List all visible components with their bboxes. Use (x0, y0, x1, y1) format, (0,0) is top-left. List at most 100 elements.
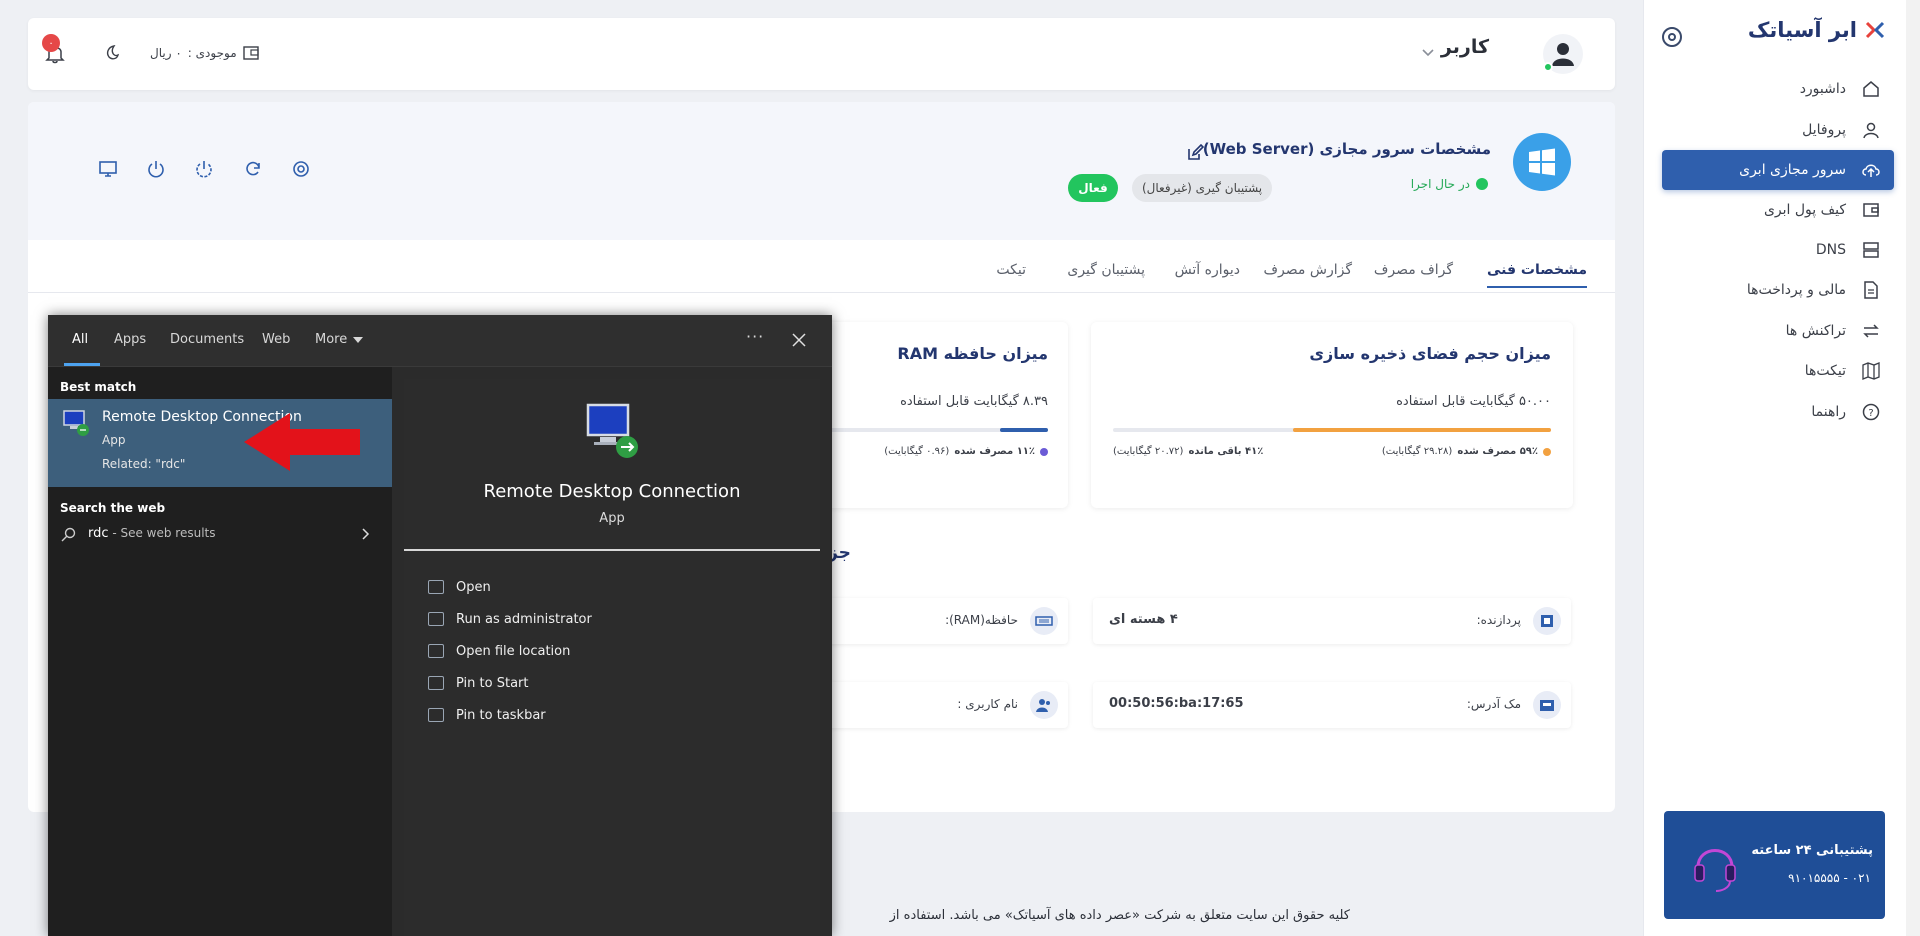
storage-used: ۵۹٪ مصرف شده (1457, 446, 1538, 457)
sidebar-item-label: کیف پول ابری (1763, 202, 1846, 218)
sidebar-toggle-icon[interactable] (1662, 27, 1682, 47)
edit-icon[interactable] (1186, 144, 1204, 162)
status-dot (1476, 178, 1488, 190)
power-icon[interactable] (146, 159, 166, 179)
moon-icon[interactable] (102, 44, 120, 62)
action-run-as-admin[interactable]: Run as administrator (428, 609, 592, 629)
remote-desktop-icon (63, 410, 89, 436)
username[interactable]: کاربر (1441, 36, 1489, 58)
storage-used-detail: (۲۹.۲۸ گیگابایت) (1381, 446, 1453, 457)
server-icon (1860, 239, 1882, 261)
web-search-text: rdc - See web results (88, 526, 216, 541)
ram-used: ۱۱٪ مصرف شده (954, 446, 1035, 457)
search-tab-all[interactable]: All (72, 332, 88, 347)
more-options-icon[interactable]: ··· (746, 327, 764, 346)
red-arrow-annotation (244, 413, 360, 471)
best-match-heading: Best match (60, 380, 137, 394)
sidebar-item-label: تیکت‌ها (1804, 363, 1846, 379)
close-icon[interactable] (792, 333, 806, 347)
search-tab-documents[interactable]: Documents (170, 332, 244, 347)
balance: موجودی : ۰ ریال (150, 46, 259, 60)
tab-backup[interactable]: پشتیبان گیری (1067, 262, 1145, 278)
support-title: پشتیبانی ۲۴ ساعته (1751, 843, 1873, 858)
support-phone: ۰۲۱ - ۹۱۰۱۵۵۵۵ (1788, 871, 1871, 885)
result-related: Related: "rdc" (102, 457, 186, 471)
preview-title: Remote Desktop Connection (483, 481, 741, 502)
action-open[interactable]: Open (428, 577, 491, 597)
tab-usage-report[interactable]: گزارش مصرف (1264, 262, 1352, 278)
balance-value: ۰ ریال (150, 46, 182, 60)
server-title: مشخصات سرور مجازی (Web Server) (1202, 140, 1491, 158)
online-status-dot (1543, 62, 1553, 72)
search-tabs: All Apps Documents Web More ··· (48, 315, 832, 367)
sidebar-item-transactions[interactable]: تراکنش ها (1662, 311, 1894, 351)
shutdown-icon[interactable] (194, 159, 214, 179)
search-tab-more[interactable]: More (315, 332, 364, 347)
active-button[interactable]: فعال‌ (1068, 174, 1118, 202)
sidebar-item-label: DNS (1815, 242, 1846, 258)
reset-icon[interactable] (291, 159, 311, 179)
spec-cpu-value: ۴ هسته ای (1109, 612, 1178, 627)
open-icon (428, 580, 444, 594)
sidebar-item-dashboard[interactable]: داشبورد (1662, 69, 1894, 109)
sidebar-item-wallet[interactable]: کیف پول ابری (1662, 190, 1894, 230)
tab-technical-specs[interactable]: مشخصات فنی (1486, 262, 1587, 288)
spec-mac-value: 00:50:56:ba:17:65 (1109, 696, 1244, 711)
svg-text:?: ? (1868, 408, 1873, 419)
wallet-icon (1860, 199, 1882, 221)
storage-title: میزان حجم فضای ذخیره سازی (1309, 344, 1551, 363)
ram-used-detail: (۰.۹۶ گیگابایت) (884, 446, 950, 457)
footer-copyright: کلیه حقوق این سایت متعلق به شرکت «عصر دا… (889, 908, 1350, 923)
sidebar-item-profile[interactable]: پروفایل (1662, 110, 1894, 150)
web-search-item[interactable]: rdc - See web results (48, 517, 392, 551)
preview-type: App (599, 511, 625, 526)
tab-ticket[interactable]: تیکت (996, 262, 1026, 278)
pin-icon (428, 708, 444, 722)
ram-title: میزان حافظه RAM (897, 344, 1048, 363)
storage-progress-track (1113, 428, 1551, 432)
avatar[interactable] (1543, 34, 1583, 74)
action-label: Run as administrator (456, 611, 592, 627)
chevron-right-icon (362, 528, 370, 540)
search-tab-web[interactable]: Web (262, 332, 290, 347)
action-pin-to-start[interactable]: Pin to Start (428, 673, 528, 693)
storage-available: ۵۰.۰۰ گیگابایت قابل استفاده (1396, 394, 1551, 409)
preview-divider (404, 549, 820, 551)
storage-used-legend: ۵۹٪ مصرف شده (۲۹.۲۸ گیگابایت) (1382, 446, 1551, 457)
spec-mac: مک آدرس: 00:50:56:ba:17:65 (1093, 682, 1571, 728)
best-match-item[interactable]: Remote Desktop Connection App Related: "… (48, 399, 392, 487)
spec-ram-label: حافظه(RAM): (945, 613, 1018, 627)
users-icon (1030, 691, 1058, 719)
brand-name: ابر آسیاتک (1747, 18, 1857, 42)
search-tab-apps[interactable]: Apps (114, 332, 146, 347)
tab-firewall[interactable]: دیواره آتش (1175, 262, 1240, 278)
ram-available: ۸.۳۹ گیگابایت قابل استفاده (900, 394, 1048, 409)
action-label: Open file location (456, 643, 571, 659)
cloud-upload-icon (1860, 159, 1882, 181)
storage-remain-legend: ۴۱٪ باقی مانده (۲۰.۷۲ گیگابایت) (1113, 446, 1263, 457)
brand[interactable]: ابر آسیاتک (1748, 18, 1885, 42)
sidebar-item-finance[interactable]: مالی و پرداخت‌ها (1662, 270, 1894, 310)
cpu-icon (1533, 607, 1561, 635)
console-monitor-icon[interactable] (98, 159, 118, 179)
action-label: Pin to taskbar (456, 707, 546, 723)
help-icon: ? (1860, 401, 1882, 423)
more-label: More (315, 332, 348, 347)
action-pin-to-taskbar[interactable]: Pin to taskbar (428, 705, 546, 725)
action-open-file-location[interactable]: Open file location (428, 641, 570, 661)
user-icon (1860, 119, 1882, 141)
sidebar-item-dns[interactable]: DNS (1662, 230, 1894, 270)
shield-icon (428, 612, 444, 626)
restart-icon[interactable] (243, 159, 263, 179)
sidebar-item-label: راهنما (1811, 404, 1846, 420)
scrollbar[interactable] (1906, 0, 1920, 936)
support-banner[interactable]: پشتیبانی ۲۴ ساعته ۰۲۱ - ۹۱۰۱۵۵۵۵ (1664, 811, 1885, 919)
sidebar-item-help[interactable]: ? راهنما (1662, 392, 1894, 432)
tab-usage-graph[interactable]: گراف مصرف (1374, 262, 1453, 278)
network-card-icon (1533, 691, 1561, 719)
headset-icon (1694, 849, 1736, 892)
active-tab-indicator (64, 363, 100, 366)
sidebar-item-tickets[interactable]: تیکت‌ها (1662, 351, 1894, 391)
chevron-down-icon[interactable] (1421, 48, 1435, 58)
sidebar-item-cloud-server[interactable]: سرور مجازی ابری (1662, 150, 1894, 190)
